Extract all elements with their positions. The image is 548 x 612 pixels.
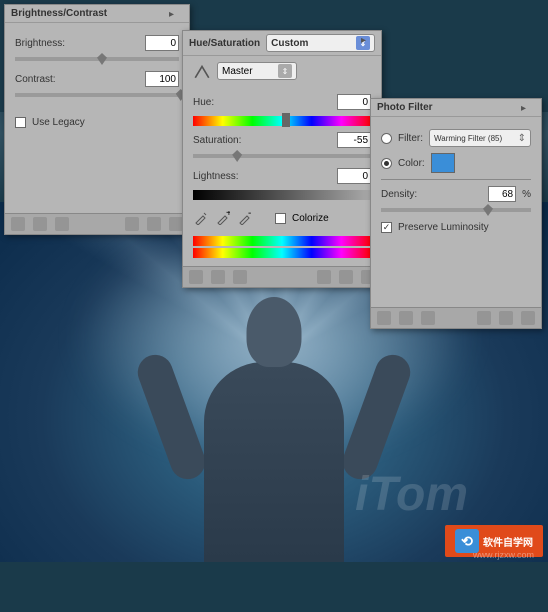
colorize-label: Colorize xyxy=(292,213,329,224)
clip-icon[interactable] xyxy=(317,270,331,284)
preset-value: Custom xyxy=(271,38,308,49)
filter-value: Warming Filter (85) xyxy=(434,134,502,143)
contrast-label: Contrast: xyxy=(15,74,139,85)
trash-icon[interactable] xyxy=(521,311,535,325)
targeted-adjust-icon[interactable] xyxy=(193,62,211,80)
reset-icon[interactable] xyxy=(147,217,161,231)
spectrum-top xyxy=(193,236,371,246)
spectrum-bottom xyxy=(193,248,371,258)
color-radio[interactable] xyxy=(381,158,392,169)
eyedropper-subtract-icon[interactable]: - xyxy=(237,210,253,226)
dropdown-arrows-icon: ⇕ xyxy=(518,133,526,144)
hs-footer xyxy=(183,266,381,287)
colorize-checkbox[interactable] xyxy=(275,213,286,224)
brightness-contrast-panel: Brightness/Contrast Brightness: Contrast… xyxy=(4,4,190,235)
legacy-checkbox[interactable] xyxy=(15,117,26,128)
brightness-input[interactable] xyxy=(145,35,179,51)
eyedropper-icon[interactable] xyxy=(193,210,209,226)
contrast-input[interactable] xyxy=(145,71,179,87)
flyout-menu-icon[interactable] xyxy=(169,9,183,19)
clip-icon[interactable] xyxy=(125,217,139,231)
svg-text:-: - xyxy=(248,211,251,219)
density-unit: % xyxy=(522,189,531,200)
filter-dropdown[interactable]: Warming Filter (85) ⇕ xyxy=(429,129,531,147)
channel-dropdown[interactable]: Master ⇕ xyxy=(217,62,297,80)
visibility-icon[interactable] xyxy=(211,270,225,284)
lightness-slider[interactable] xyxy=(193,190,371,200)
visibility-icon[interactable] xyxy=(33,217,47,231)
adjustment-icon[interactable] xyxy=(11,217,25,231)
hue-label: Hue: xyxy=(193,97,331,108)
filter-label: Filter: xyxy=(398,133,423,144)
photo-filter-panel: Photo Filter Filter: Warming Filter (85)… xyxy=(370,98,542,329)
clip-icon[interactable] xyxy=(477,311,491,325)
saturation-input[interactable] xyxy=(337,132,371,148)
hue-saturation-panel: Hue/Saturation Custom ⇕ Master ⇕ Hue: Sa… xyxy=(182,30,382,288)
density-input[interactable] xyxy=(488,186,516,202)
eyedropper-add-icon[interactable]: + xyxy=(215,210,231,226)
svg-text:+: + xyxy=(226,211,230,219)
trash-icon[interactable] xyxy=(169,217,183,231)
hs-title[interactable]: Hue/Saturation xyxy=(189,38,260,49)
bc-title[interactable]: Brightness/Contrast xyxy=(5,5,189,23)
preset-dropdown[interactable]: Custom ⇕ xyxy=(266,34,375,52)
lightness-label: Lightness: xyxy=(193,171,331,182)
watermark-url: www.rjzxw.com xyxy=(473,550,534,560)
brightness-slider[interactable] xyxy=(15,57,179,61)
lightness-input[interactable] xyxy=(337,168,371,184)
channel-value: Master xyxy=(222,66,253,77)
reset-icon[interactable] xyxy=(339,270,353,284)
pf-footer xyxy=(371,307,541,328)
bc-footer xyxy=(5,213,189,234)
brightness-label: Brightness: xyxy=(15,38,139,49)
view-prev-icon[interactable] xyxy=(233,270,247,284)
color-swatch[interactable] xyxy=(431,153,455,173)
saturation-slider[interactable] xyxy=(193,154,371,158)
density-slider[interactable] xyxy=(381,208,531,212)
hue-input[interactable] xyxy=(337,94,371,110)
watermark-logo: iTom xyxy=(355,467,468,522)
color-label: Color: xyxy=(398,158,425,169)
reset-icon[interactable] xyxy=(499,311,513,325)
hue-slider[interactable] xyxy=(193,116,371,126)
adjustment-icon[interactable] xyxy=(377,311,391,325)
view-prev-icon[interactable] xyxy=(55,217,69,231)
dropdown-arrows-icon: ⇕ xyxy=(278,64,292,78)
adjustment-icon[interactable] xyxy=(189,270,203,284)
legacy-label: Use Legacy xyxy=(32,117,85,128)
density-label: Density: xyxy=(381,189,482,200)
saturation-label: Saturation: xyxy=(193,135,331,146)
contrast-slider[interactable] xyxy=(15,93,179,97)
flyout-menu-icon[interactable] xyxy=(361,35,375,45)
preserve-label: Preserve Luminosity xyxy=(398,222,489,233)
pf-title[interactable]: Photo Filter xyxy=(371,99,541,117)
preserve-checkbox[interactable] xyxy=(381,222,392,233)
watermark-text: 软件自学网 xyxy=(483,534,533,549)
filter-radio[interactable] xyxy=(381,133,392,144)
flyout-menu-icon[interactable] xyxy=(521,103,535,113)
visibility-icon[interactable] xyxy=(399,311,413,325)
view-prev-icon[interactable] xyxy=(421,311,435,325)
